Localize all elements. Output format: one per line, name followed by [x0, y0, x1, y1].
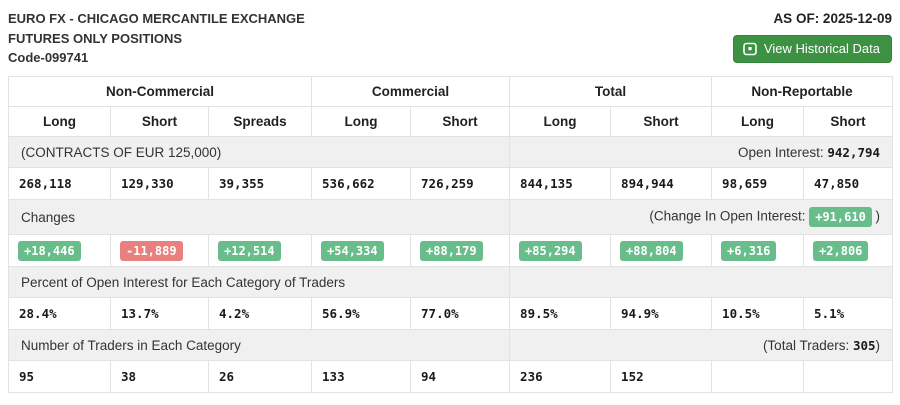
change-open-interest-suffix: ): [872, 209, 880, 224]
calendar-icon: [743, 42, 757, 56]
changes-row: +18,446 -11,889 +12,514 +54,334 +88,179 …: [9, 235, 893, 267]
position-cell: 268,118: [9, 168, 111, 200]
change-badge: +12,514: [218, 241, 281, 261]
group-header-non-commercial: Non-Commercial: [9, 77, 312, 107]
change-open-interest-cell: (Change In Open Interest: +91,610 ): [510, 200, 893, 235]
column-header: Short: [411, 107, 510, 137]
change-cell: +18,446: [9, 235, 111, 267]
trader-count-cell: 94: [411, 361, 510, 393]
change-badge: +85,294: [519, 241, 582, 261]
trader-counts-row: 95 38 26 133 94 236 152: [9, 361, 893, 393]
position-cell: 894,944: [611, 168, 712, 200]
trader-count-cell: [804, 361, 893, 393]
trader-count-cell: [712, 361, 804, 393]
position-cell: 536,662: [312, 168, 411, 200]
change-cell: +88,804: [611, 235, 712, 267]
position-cell: 129,330: [111, 168, 209, 200]
percent-cell: 4.2%: [209, 298, 312, 330]
percent-cell: 10.5%: [712, 298, 804, 330]
column-header: Long: [712, 107, 804, 137]
total-traders-suffix: ): [876, 338, 881, 353]
trader-count-cell: 38: [111, 361, 209, 393]
percent-section-spacer: [510, 267, 893, 298]
group-header-total: Total: [510, 77, 712, 107]
group-header-commercial: Commercial: [312, 77, 510, 107]
change-badge: +6,316: [721, 241, 776, 261]
total-traders-label: (Total Traders:: [763, 338, 853, 353]
column-header: Long: [9, 107, 111, 137]
contracts-section-row: (CONTRACTS OF EUR 125,000) Open Interest…: [9, 137, 893, 168]
traders-section-row: Number of Traders in Each Category (Tota…: [9, 330, 893, 361]
contracts-label: (CONTRACTS OF EUR 125,000): [9, 137, 510, 168]
view-historical-data-button[interactable]: View Historical Data: [733, 35, 892, 63]
change-badge: +18,446: [18, 241, 81, 261]
change-cell: +12,514: [209, 235, 312, 267]
report-title: EURO FX - CHICAGO MERCANTILE EXCHANGE: [8, 9, 305, 29]
header-right: AS OF: 2025-12-09 View Historical Data: [733, 9, 892, 63]
percent-cell: 89.5%: [510, 298, 611, 330]
percent-cell: 77.0%: [411, 298, 510, 330]
change-open-interest-badge: +91,610: [809, 207, 872, 227]
report-title-block: EURO FX - CHICAGO MERCANTILE EXCHANGE FU…: [8, 9, 305, 68]
column-header: Long: [510, 107, 611, 137]
page-header: EURO FX - CHICAGO MERCANTILE EXCHANGE FU…: [0, 0, 900, 76]
percent-label: Percent of Open Interest for Each Catego…: [9, 267, 510, 298]
changes-label: Changes: [9, 200, 510, 235]
trader-count-cell: 26: [209, 361, 312, 393]
column-header: Short: [804, 107, 893, 137]
column-header-row: Long Short Spreads Long Short Long Short…: [9, 107, 893, 137]
percent-cell: 94.9%: [611, 298, 712, 330]
trader-count-cell: 236: [510, 361, 611, 393]
positions-row: 268,118 129,330 39,355 536,662 726,259 8…: [9, 168, 893, 200]
percent-cell: 5.1%: [804, 298, 893, 330]
change-cell: +2,806: [804, 235, 893, 267]
column-header: Short: [611, 107, 712, 137]
trader-count-cell: 133: [312, 361, 411, 393]
positions-table: Non-Commercial Commercial Total Non-Repo…: [8, 76, 893, 393]
changes-section-row: Changes (Change In Open Interest: +91,61…: [9, 200, 893, 235]
percent-cell: 28.4%: [9, 298, 111, 330]
report-subtitle: FUTURES ONLY POSITIONS: [8, 29, 305, 49]
total-traders-cell: (Total Traders: 305): [510, 330, 893, 361]
group-header-row: Non-Commercial Commercial Total Non-Repo…: [9, 77, 893, 107]
percents-row: 28.4% 13.7% 4.2% 56.9% 77.0% 89.5% 94.9%…: [9, 298, 893, 330]
change-cell: +6,316: [712, 235, 804, 267]
open-interest-cell: Open Interest: 942,794: [510, 137, 893, 168]
change-badge: +2,806: [813, 241, 868, 261]
change-cell: +88,179: [411, 235, 510, 267]
change-badge: -11,889: [120, 241, 183, 261]
position-cell: 726,259: [411, 168, 510, 200]
trader-count-cell: 152: [611, 361, 712, 393]
position-cell: 844,135: [510, 168, 611, 200]
column-header: Short: [111, 107, 209, 137]
column-header: Spreads: [209, 107, 312, 137]
change-cell: +85,294: [510, 235, 611, 267]
as-of-date: AS OF: 2025-12-09: [733, 11, 892, 26]
traders-label: Number of Traders in Each Category: [9, 330, 510, 361]
percent-cell: 13.7%: [111, 298, 209, 330]
position-cell: 39,355: [209, 168, 312, 200]
percent-cell: 56.9%: [312, 298, 411, 330]
change-cell: -11,889: [111, 235, 209, 267]
change-badge: +88,804: [620, 241, 683, 261]
position-cell: 47,850: [804, 168, 893, 200]
group-header-non-reportable: Non-Reportable: [712, 77, 893, 107]
report-code: Code-099741: [8, 48, 305, 68]
open-interest-value: 942,794: [827, 145, 880, 160]
trader-count-cell: 95: [9, 361, 111, 393]
percent-section-row: Percent of Open Interest for Each Catego…: [9, 267, 893, 298]
change-badge: +54,334: [321, 241, 384, 261]
total-traders-value: 305: [853, 338, 876, 353]
change-cell: +54,334: [312, 235, 411, 267]
change-open-interest-label: (Change In Open Interest:: [649, 209, 809, 224]
column-header: Long: [312, 107, 411, 137]
view-historical-data-label: View Historical Data: [764, 41, 880, 56]
open-interest-label: Open Interest:: [738, 145, 827, 160]
change-badge: +88,179: [420, 241, 483, 261]
position-cell: 98,659: [712, 168, 804, 200]
